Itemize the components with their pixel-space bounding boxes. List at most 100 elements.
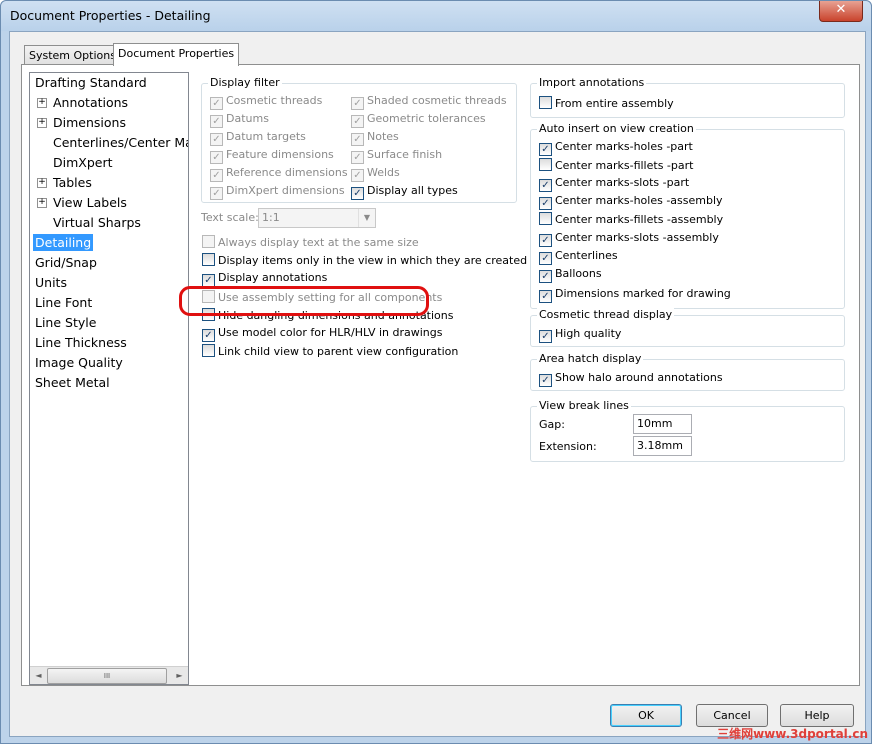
tree-item-grid-snap[interactable]: Grid/Snap (33, 253, 99, 273)
checkbox-balloons[interactable]: ✓ Balloons (539, 267, 602, 283)
tree-item-sheet-metal[interactable]: Sheet Metal (33, 373, 112, 393)
checkbox-center-marks-slots-part[interactable]: ✓ Center marks-slots -part (539, 176, 689, 192)
checkbox-box[interactable] (539, 96, 552, 109)
checkbox-box[interactable] (202, 344, 215, 357)
watermark-text: 三维网www.3dportal.cn (717, 727, 868, 741)
close-button[interactable]: ✕ (819, 1, 863, 22)
title-bar[interactable]: Document Properties - Detailing ✕ (1, 1, 871, 31)
expand-annotations-icon[interactable]: + (37, 98, 47, 108)
checkbox-datums[interactable]: ✓ Datums (210, 112, 269, 128)
checkbox-box[interactable]: ✓ (351, 151, 364, 164)
checkbox-box[interactable]: ✓ (210, 97, 223, 110)
dialog-window: Document Properties - Detailing ✕ System… (0, 0, 872, 744)
checkbox-always-display-text[interactable]: Always display text at the same size (202, 235, 419, 251)
checkbox-box[interactable]: ✓ (351, 187, 364, 200)
scroll-left-icon[interactable]: ◄ (30, 667, 47, 684)
checkbox-shaded-cosmetic-threads[interactable]: ✓ Shaded cosmetic threads (351, 94, 507, 110)
tree-item-tables[interactable]: Tables (51, 173, 94, 193)
checkbox-box[interactable]: ✓ (351, 169, 364, 182)
checkbox-datum-targets[interactable]: ✓ Datum targets (210, 130, 306, 146)
checkbox-centerlines[interactable]: ✓ Centerlines (539, 249, 618, 265)
checkbox-surface-finish[interactable]: ✓ Surface finish (351, 148, 442, 164)
checkbox-box[interactable]: ✓ (539, 290, 552, 303)
import-annotations-group: Import annotations From entire assembly (530, 76, 845, 118)
checkbox-center-marks-slots-assembly[interactable]: ✓ Center marks-slots -assembly (539, 231, 719, 247)
tree-item-centerlines[interactable]: Centerlines/Center Mar (51, 133, 188, 153)
auto-insert-group: Auto insert on view creation ✓ Center mar… (530, 122, 845, 309)
checkbox-box[interactable]: ✓ (351, 115, 364, 128)
gap-input[interactable]: 10mm (633, 414, 692, 434)
tree-item-drafting-standard[interactable]: Drafting Standard (33, 73, 149, 93)
tree-item-view-labels[interactable]: View Labels (51, 193, 129, 213)
checkbox-show-halo[interactable]: ✓ Show halo around annotations (539, 371, 723, 387)
checkbox-feature-dimensions[interactable]: ✓ Feature dimensions (210, 148, 334, 164)
tree-item-units[interactable]: Units (33, 273, 69, 293)
expand-view-labels-icon[interactable]: + (37, 198, 47, 208)
tree-item-image-quality[interactable]: Image Quality (33, 353, 125, 373)
checkbox-box[interactable]: ✓ (539, 374, 552, 387)
checkbox-use-model-color-hlr[interactable]: ✓ Use model color for HLR/HLV in drawings (202, 326, 442, 342)
checkbox-display-items-only-in-view[interactable]: Display items only in the view in which … (202, 253, 527, 269)
checkbox-center-marks-holes-part[interactable]: ✓ Center marks-holes -part (539, 140, 693, 156)
area-hatch-title: Area hatch display (537, 352, 644, 366)
checkbox-box[interactable]: ✓ (210, 133, 223, 146)
tree-item-annotations[interactable]: Annotations (51, 93, 130, 113)
checkbox-center-marks-fillets-part[interactable]: Center marks-fillets -part (539, 158, 693, 174)
checkbox-box[interactable]: ✓ (351, 133, 364, 146)
checkbox-box[interactable]: ✓ (539, 143, 552, 156)
checkbox-box[interactable] (202, 253, 215, 266)
cancel-button[interactable]: Cancel (696, 704, 768, 727)
expand-tables-icon[interactable]: + (37, 178, 47, 188)
text-scale-select[interactable]: 1:1 ▼ (258, 208, 376, 228)
expand-dimensions-icon[interactable]: + (37, 118, 47, 128)
help-button[interactable]: Help (780, 704, 854, 727)
checkbox-dimensions-marked-for-drawing[interactable]: ✓ Dimensions marked for drawing (539, 287, 731, 303)
checkbox-high-quality[interactable]: ✓ High quality (539, 327, 621, 343)
checkbox-box[interactable]: ✓ (351, 97, 364, 110)
tree-item-virtual-sharps[interactable]: Virtual Sharps (51, 213, 143, 233)
checkbox-notes[interactable]: ✓ Notes (351, 130, 399, 146)
checkbox-center-marks-fillets-assembly[interactable]: Center marks-fillets -assembly (539, 212, 723, 228)
checkbox-geometric-tolerances[interactable]: ✓ Geometric tolerances (351, 112, 486, 128)
tree-item-dimxpert[interactable]: DimXpert (51, 153, 115, 173)
tree-item-dimensions[interactable]: Dimensions (51, 113, 128, 133)
checkbox-link-child-view[interactable]: Link child view to parent view configura… (202, 344, 458, 360)
checkbox-box[interactable]: ✓ (539, 234, 552, 247)
checkbox-welds[interactable]: ✓ Welds (351, 166, 400, 182)
area-hatch-group: Area hatch display ✓ Show halo around ann… (530, 352, 845, 391)
checkbox-display-all-types[interactable]: ✓ Display all types (351, 184, 458, 200)
view-break-group: View break lines Gap: 10mm Extension: 3.… (530, 399, 845, 462)
checkbox-box[interactable]: ✓ (539, 270, 552, 283)
checkbox-display-annotations[interactable]: ✓ Display annotations (202, 271, 327, 287)
tree-horizontal-scrollbar[interactable]: ◄ III ► (30, 666, 188, 684)
tab-panel: Drafting Standard + Annotations + Dimens… (21, 64, 860, 686)
checkbox-box[interactable] (202, 235, 215, 248)
checkbox-box[interactable]: ✓ (210, 187, 223, 200)
checkbox-box[interactable]: ✓ (210, 151, 223, 164)
checkbox-box[interactable]: ✓ (202, 329, 215, 342)
auto-insert-title: Auto insert on view creation (537, 122, 696, 136)
checkbox-from-entire-assembly[interactable]: From entire assembly (539, 96, 674, 112)
checkbox-center-marks-holes-assembly[interactable]: ✓ Center marks-holes -assembly (539, 194, 723, 210)
scrollbar-thumb[interactable]: III (47, 668, 167, 684)
tab-document-properties[interactable]: Document Properties (113, 43, 240, 66)
tree-item-line-font[interactable]: Line Font (33, 293, 94, 313)
checkbox-cosmetic-threads[interactable]: ✓ Cosmetic threads (210, 94, 322, 110)
checkbox-box[interactable]: ✓ (539, 330, 552, 343)
checkbox-box[interactable] (539, 158, 552, 171)
checkbox-box[interactable]: ✓ (539, 252, 552, 265)
checkbox-box[interactable]: ✓ (539, 197, 552, 210)
checkbox-dimxpert-dimensions[interactable]: ✓ DimXpert dimensions (210, 184, 345, 200)
checkbox-box[interactable] (539, 212, 552, 225)
ok-button[interactable]: OK (610, 704, 682, 727)
tree-item-detailing[interactable]: Detailing (33, 233, 94, 253)
checkbox-box[interactable]: ✓ (210, 115, 223, 128)
checkbox-box[interactable]: ✓ (210, 169, 223, 182)
checkbox-box[interactable]: ✓ (539, 179, 552, 192)
tree-item-line-thickness[interactable]: Line Thickness (33, 333, 129, 353)
checkbox-reference-dimensions[interactable]: ✓ Reference dimensions (210, 166, 348, 182)
scroll-right-icon[interactable]: ► (171, 667, 188, 684)
tree-item-line-style[interactable]: Line Style (33, 313, 98, 333)
tab-system-options[interactable]: System Options (24, 45, 121, 65)
extension-input[interactable]: 3.18mm (633, 436, 692, 456)
